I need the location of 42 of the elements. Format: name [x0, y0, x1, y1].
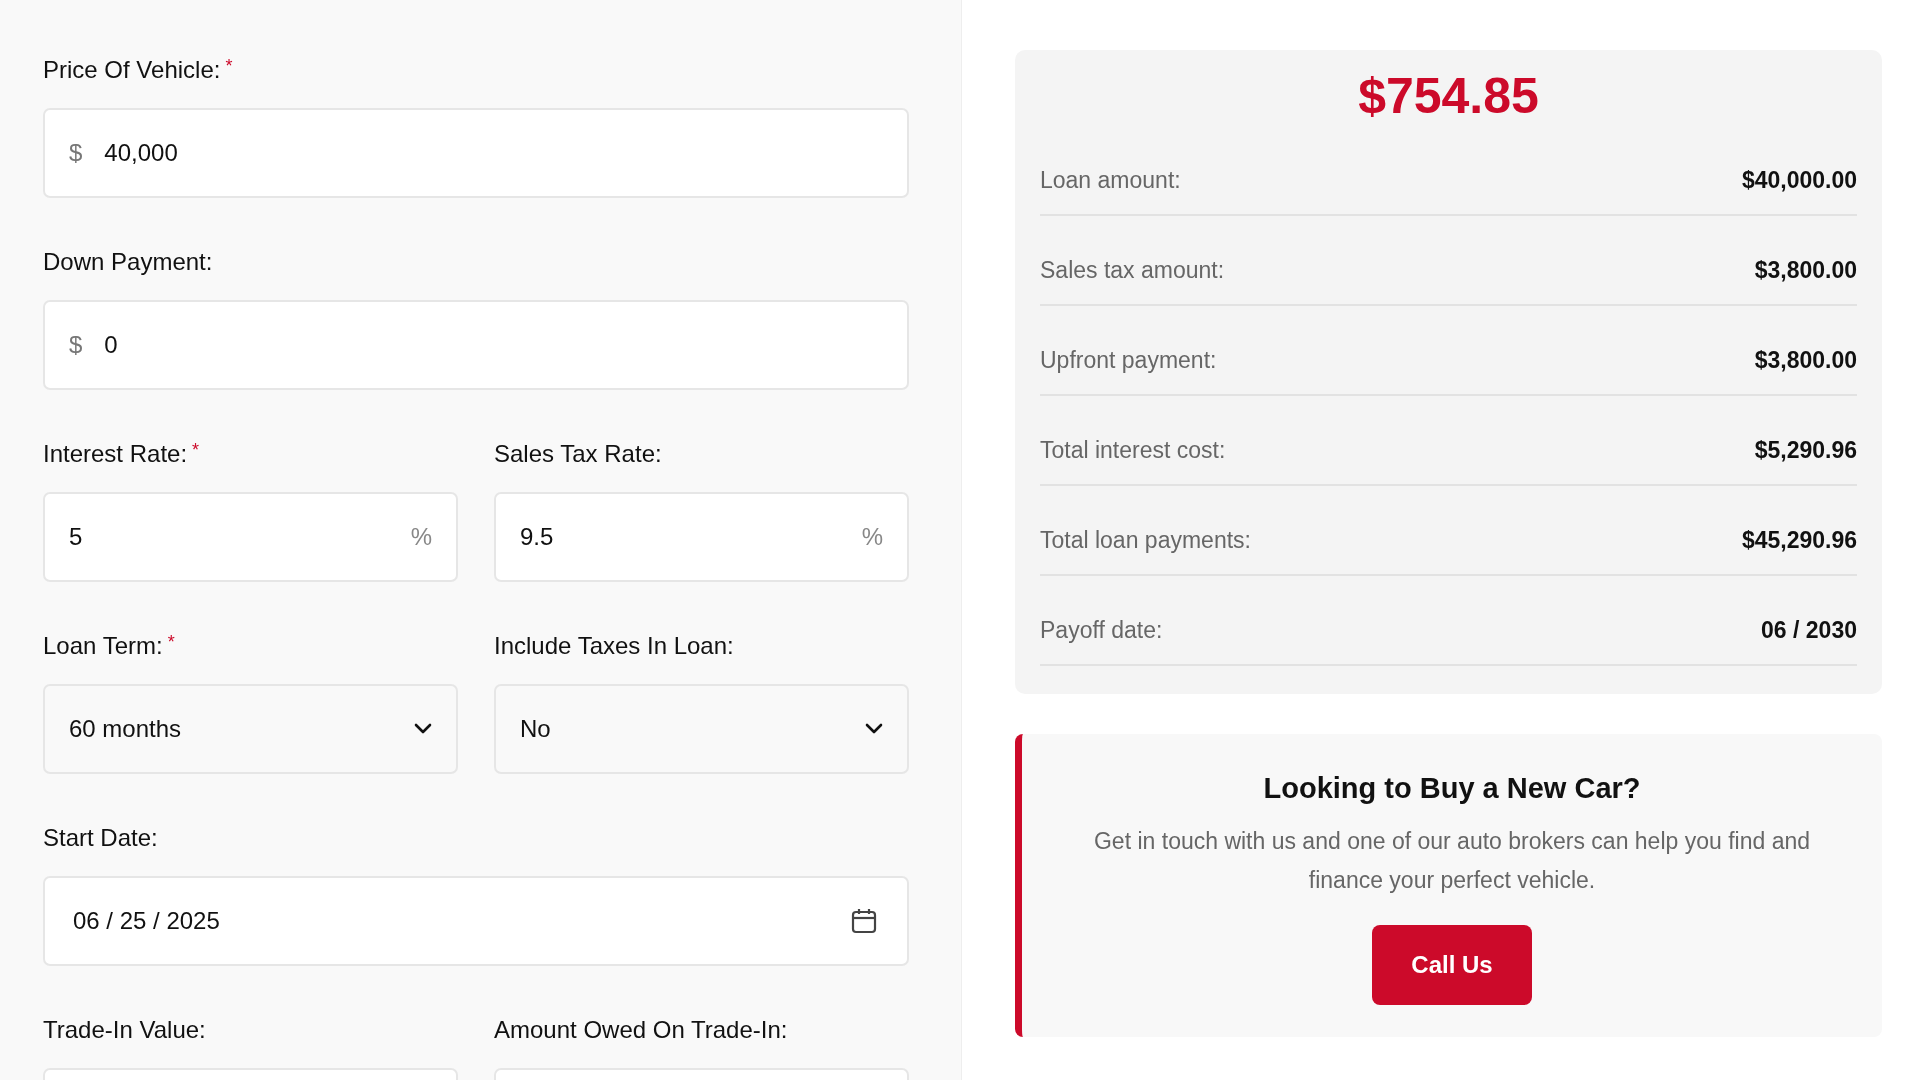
currency-input-field[interactable]: $ 0	[43, 300, 909, 390]
field-label: Loan Term:	[43, 632, 163, 660]
field-label: Include Taxes In Loan:	[494, 632, 734, 660]
promo-title: Looking to Buy a New Car?	[1263, 772, 1641, 804]
select-dropdown[interactable]: No	[494, 684, 909, 774]
required-mark: *	[192, 440, 200, 460]
percent-suffix: %	[861, 523, 883, 551]
percent-suffix: %	[410, 523, 432, 551]
field-label: Start Date:	[43, 824, 158, 852]
summary-label: Payoff date:	[1040, 616, 1163, 644]
required-mark: *	[167, 632, 175, 652]
summary-value: $5,290.96	[1754, 436, 1857, 464]
summary-value: $3,800.00	[1754, 346, 1857, 374]
summary-value: $3,800.00	[1754, 256, 1857, 284]
percent-input-field[interactable]: 9.5 %	[494, 492, 909, 582]
field-label: Price Of Vehicle:	[43, 56, 221, 84]
monthly-payment: $754.85	[1357, 67, 1540, 126]
field-label: Amount Owed On Trade-In:	[494, 1016, 788, 1044]
summary-label: Total loan payments:	[1040, 526, 1251, 554]
promo-text: Get in touch with us and one of our auto brokers can help you find and finance your perfect vehicle.	[1093, 827, 1811, 895]
select-dropdown[interactable]: 60 months	[43, 684, 458, 774]
summary-value: $40,000.00	[1741, 166, 1857, 194]
field-label: Interest Rate:	[43, 440, 188, 468]
summary-label: Upfront payment:	[1040, 346, 1217, 374]
call-us-button[interactable]: Call Us	[1372, 925, 1532, 1005]
calendar-icon	[851, 908, 877, 934]
field-label: Sales Tax Rate:	[494, 440, 662, 468]
summary-label: Loan amount:	[1040, 166, 1181, 194]
percent-input-field[interactable]: 5 %	[43, 492, 458, 582]
currency-prefix: $	[69, 139, 83, 167]
chevron-down-icon	[865, 723, 883, 735]
date-input-field[interactable]: 06 / 25 / 2025	[43, 876, 909, 966]
field-label: Trade-In Value:	[43, 1016, 206, 1044]
summary-label: Sales tax amount:	[1040, 256, 1225, 284]
field-label: Down Payment:	[43, 248, 213, 276]
chevron-down-icon	[414, 723, 432, 735]
currency-input-field[interactable]: $ 40,000	[43, 108, 909, 198]
required-mark: *	[225, 56, 233, 76]
summary-label: Total interest cost:	[1040, 436, 1226, 464]
summary-value: $45,290.96	[1741, 526, 1857, 554]
currency-prefix: $	[69, 331, 83, 359]
summary-value: 06 / 2030	[1761, 616, 1857, 644]
